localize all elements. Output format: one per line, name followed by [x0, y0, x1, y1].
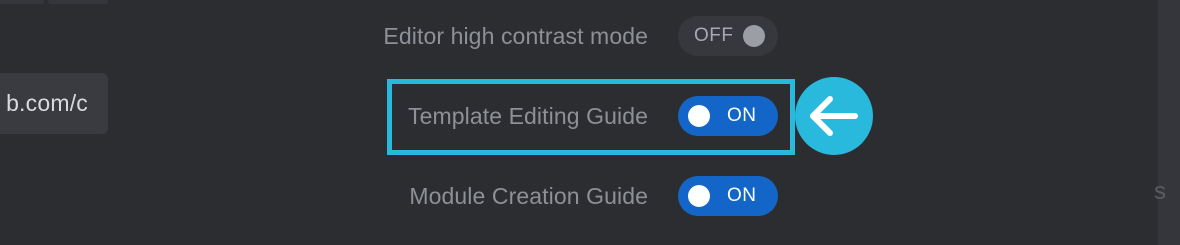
arrow-callout: [795, 77, 873, 155]
settings-panel: b.com/c s Editor high contrast mode OFF …: [0, 0, 1180, 245]
toggle-state-text: OFF: [694, 25, 734, 46]
arrow-left-icon: [810, 96, 858, 136]
highlight-box: [387, 79, 795, 155]
high-contrast-label: Editor high contrast mode: [383, 23, 648, 49]
left-tab[interactable]: [0, 0, 44, 4]
url-input[interactable]: b.com/c: [0, 73, 108, 134]
toggle-knob: [743, 25, 765, 47]
right-side-panel: [1158, 0, 1180, 245]
left-tab[interactable]: [48, 0, 108, 4]
high-contrast-toggle[interactable]: OFF: [678, 16, 778, 56]
module-creation-guide-label: Module Creation Guide: [409, 183, 648, 209]
right-panel-text-fragment: s: [1154, 178, 1166, 205]
module-creation-guide-toggle[interactable]: ON: [678, 176, 778, 216]
toggle-knob: [688, 185, 710, 207]
toggle-state-text: ON: [727, 185, 757, 206]
